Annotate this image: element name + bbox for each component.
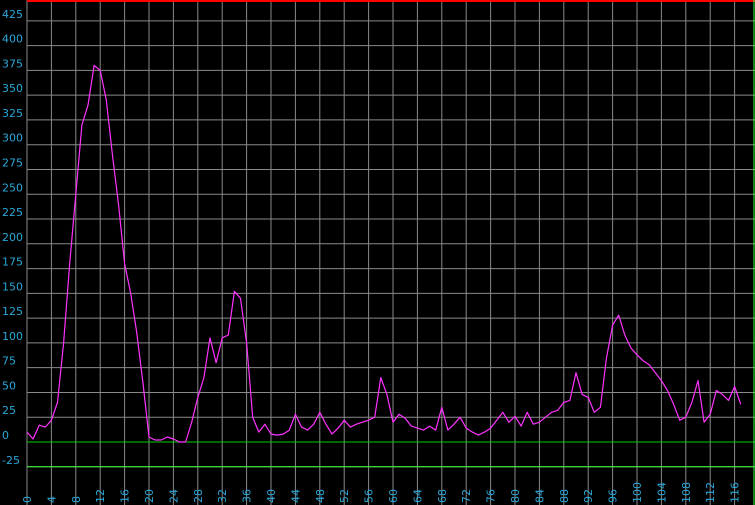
y-tick-label: 425 [2,8,23,21]
x-tick-label: 104 [655,482,668,503]
x-tick-label: 72 [460,489,473,503]
y-tick-label: 100 [2,330,23,343]
x-tick-label: 52 [338,489,351,503]
x-tick-label: 64 [411,489,424,503]
y-tick-label: 0 [2,429,9,442]
x-tick-label: 112 [704,482,717,503]
y-tick-label: 300 [2,132,23,145]
x-tick-label: 80 [509,489,522,503]
y-tick-label: -25 [2,454,20,467]
x-tick-label: 36 [241,489,254,503]
y-tick-label: 25 [2,404,16,417]
x-tick-label: 24 [167,489,180,503]
x-tick-label: 100 [631,482,644,503]
y-tick-label: 175 [2,256,23,269]
chart-background [0,0,755,505]
x-tick-label: 28 [192,489,205,503]
x-tick-label: 20 [143,489,156,503]
x-tick-label: 40 [265,489,278,503]
y-tick-label: 75 [2,355,16,368]
x-tick-label: 88 [558,489,571,503]
x-tick-label: 4 [45,496,58,503]
x-tick-label: 96 [607,489,620,503]
y-tick-label: 125 [2,305,23,318]
x-tick-label: 108 [680,482,693,503]
y-tick-label: 400 [2,33,23,46]
x-tick-label: 48 [314,489,327,503]
x-tick-label: 0 [21,496,34,503]
x-tick-label: 92 [582,489,595,503]
x-tick-label: 68 [436,489,449,503]
y-tick-label: 200 [2,231,23,244]
y-tick-label: 150 [2,280,23,293]
x-tick-label: 76 [485,489,498,503]
y-tick-label: 375 [2,57,23,70]
y-tick-label: 250 [2,181,23,194]
y-tick-label: 325 [2,107,23,120]
x-tick-label: 84 [533,489,546,503]
y-tick-label: 350 [2,82,23,95]
x-tick-label: 16 [119,489,132,503]
y-tick-label: 275 [2,156,23,169]
y-tick-label: 225 [2,206,23,219]
y-tick-label: 50 [2,379,16,392]
line-chart: -250255075100125150175200225250275300325… [0,0,755,505]
x-tick-label: 116 [729,482,742,503]
x-tick-label: 60 [387,489,400,503]
x-tick-label: 12 [94,489,107,503]
x-tick-label: 56 [363,489,376,503]
x-tick-label: 32 [216,489,229,503]
x-tick-label: 44 [289,489,302,503]
x-tick-label: 8 [70,496,83,503]
